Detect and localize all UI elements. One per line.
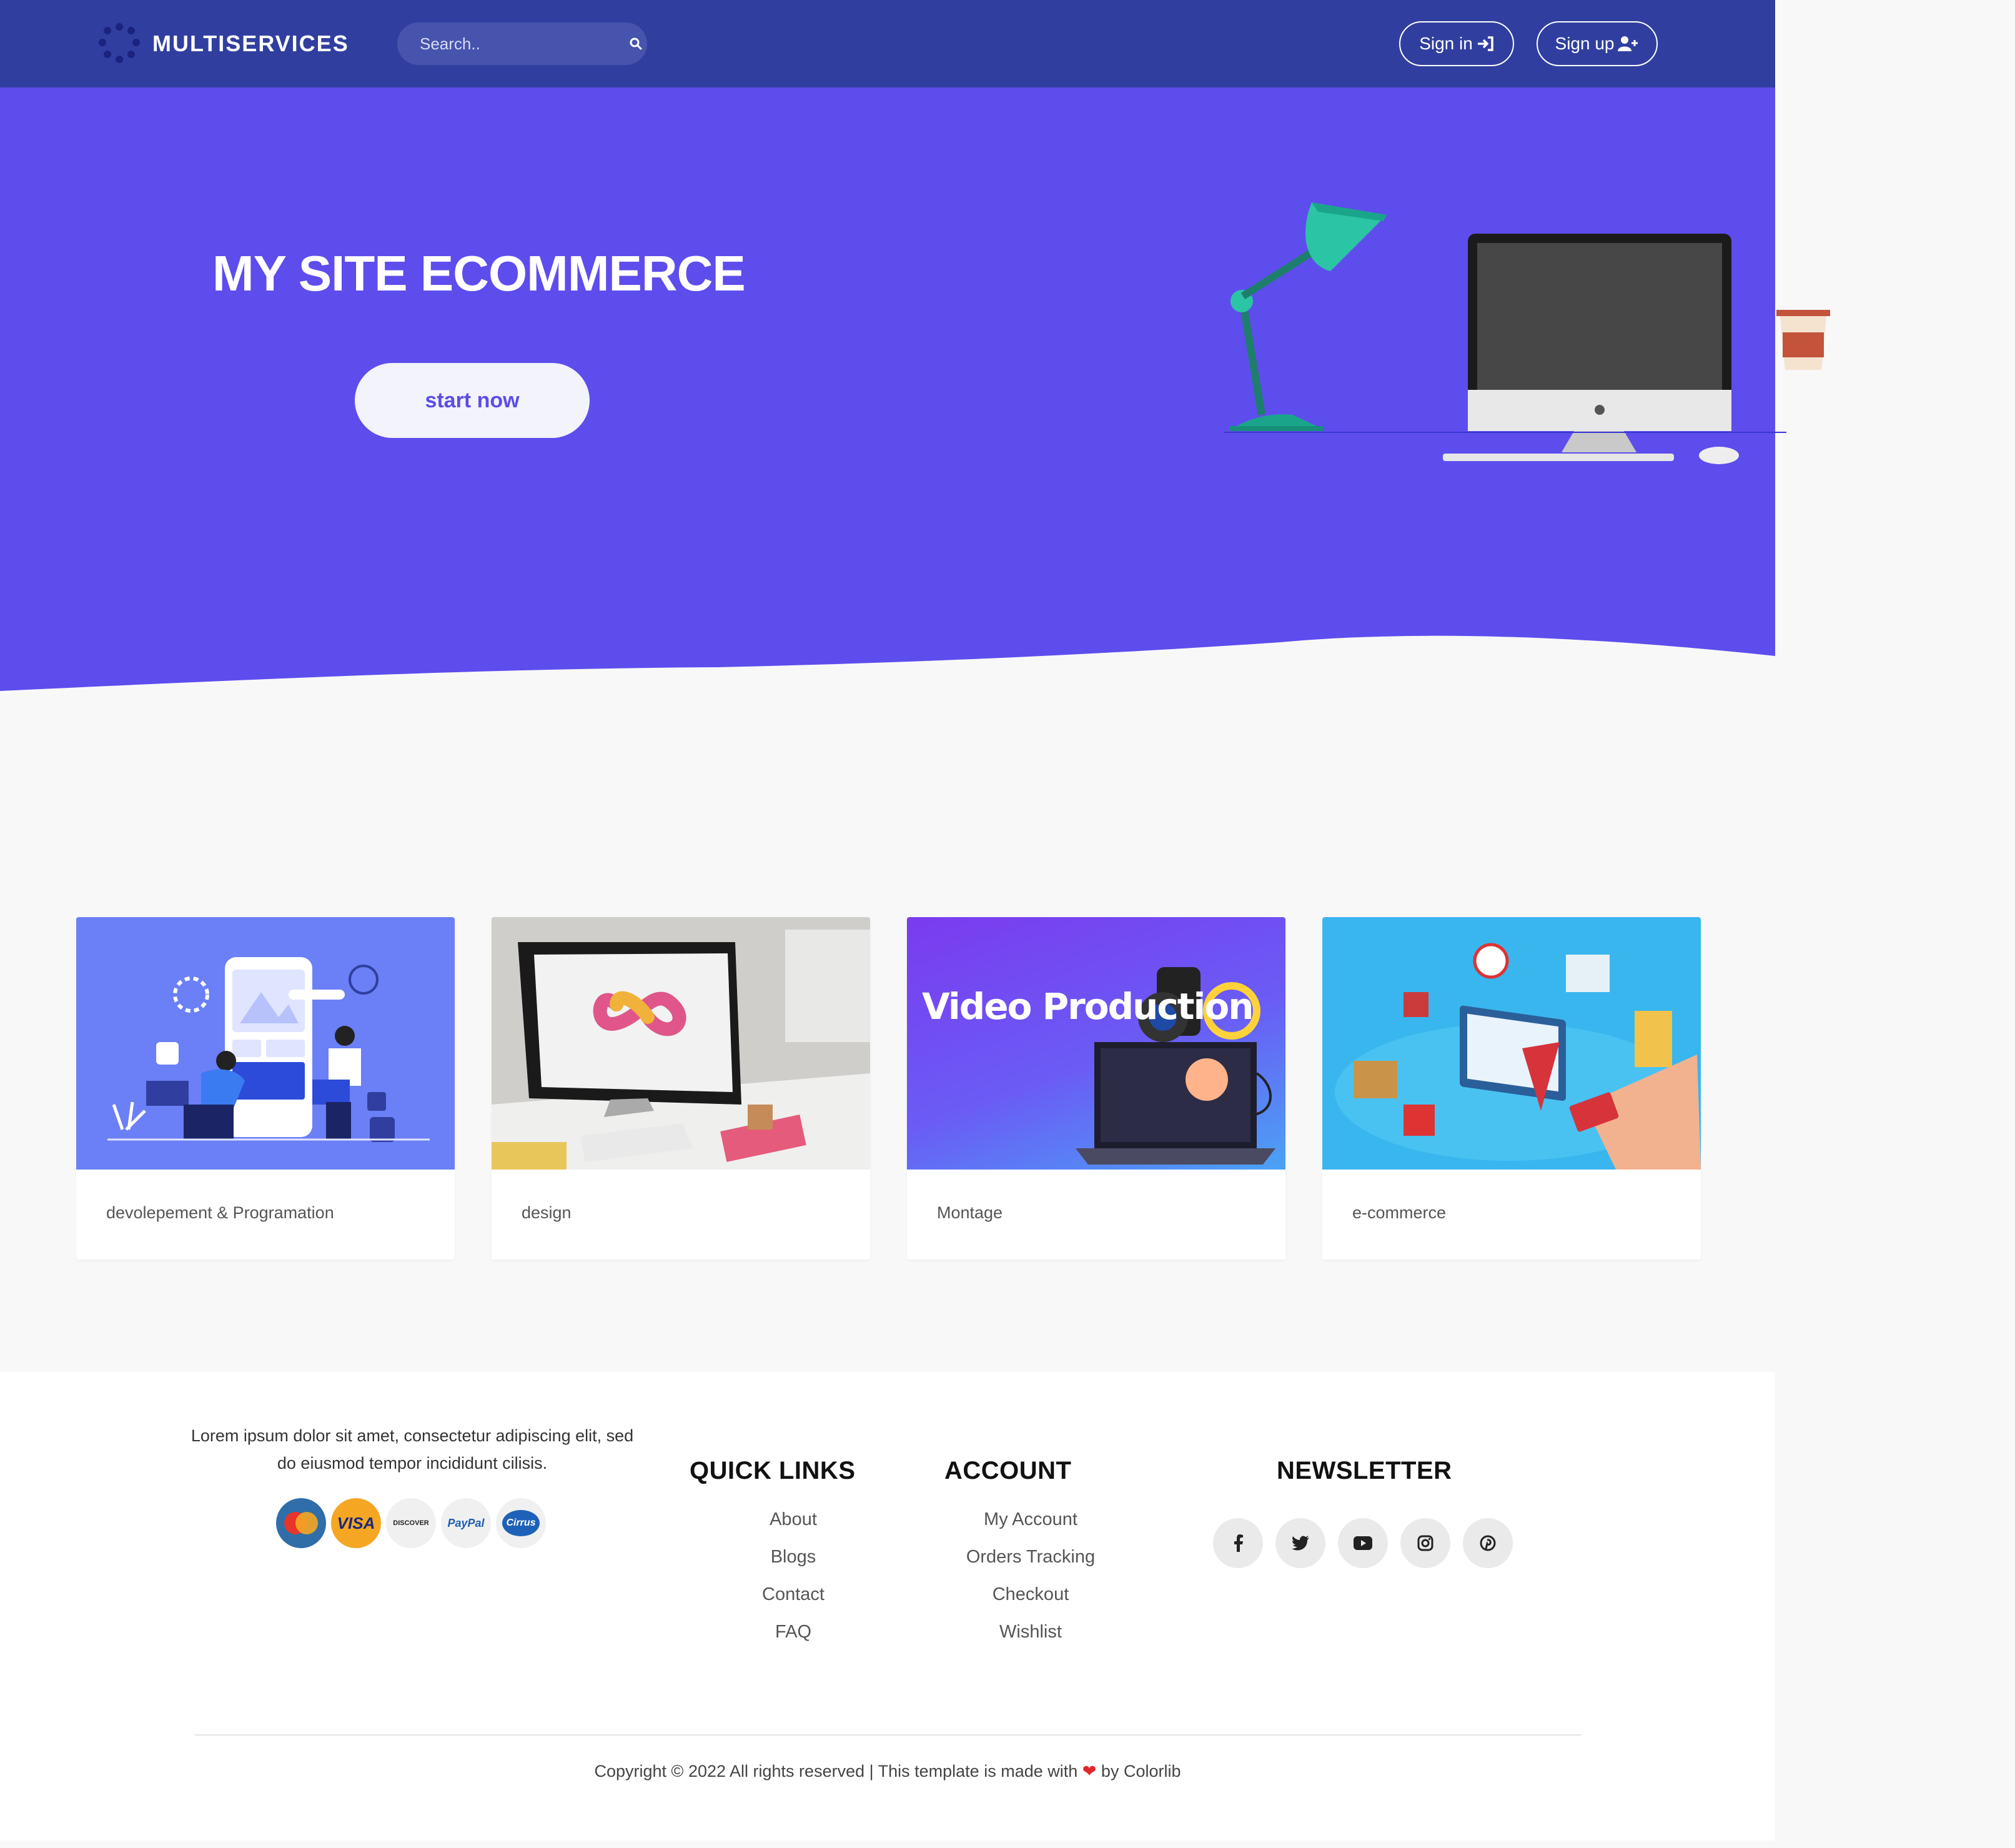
social-links [1213, 1518, 1513, 1568]
copyright-credit[interactable]: by Colorlib [1101, 1762, 1181, 1781]
hero-section: MY SITE ECOMMERCE start now [0, 87, 1830, 697]
card-caption: devolepement & Programation [106, 1203, 334, 1222]
copyright-text: Copyright © 2022 All rights reserved | T… [594, 1762, 1078, 1781]
copyright: Copyright © 2022 All rights reserved | T… [0, 1762, 1775, 1781]
footer-link-checkout[interactable]: Checkout [937, 1584, 1124, 1622]
signup-label: Sign up [1555, 34, 1615, 53]
pinterest-icon[interactable] [1463, 1518, 1513, 1568]
search-bar [397, 22, 647, 65]
brand-logo[interactable]: MULTISERVICES [97, 21, 349, 66]
footer: Lorem ipsum dolor sit amet, consectetur … [0, 1372, 1775, 1841]
cirrus-icon: Cirrus [496, 1498, 546, 1548]
brand-name: MULTISERVICES [152, 31, 349, 56]
user-plus-icon [1618, 36, 1638, 51]
hero-title: MY SITE ECOMMERCE [212, 246, 746, 301]
facebook-icon[interactable] [1213, 1518, 1263, 1568]
service-card[interactable]: design [492, 917, 870, 1259]
search-input[interactable] [420, 34, 629, 54]
mastercard-icon [276, 1498, 326, 1548]
signin-button[interactable]: Sign in [1399, 21, 1514, 66]
card-image [1322, 917, 1701, 1170]
search-icon[interactable] [629, 32, 643, 55]
heart-icon: ❤ [1082, 1762, 1097, 1781]
youtube-icon[interactable] [1338, 1518, 1388, 1568]
sign-in-icon [1477, 36, 1493, 51]
card-caption: Montage [937, 1203, 1003, 1222]
navbar: MULTISERVICES Sign in Sign up [0, 0, 1775, 87]
quick-links-title: QUICK LINKS [690, 1457, 856, 1484]
footer-link-contact[interactable]: Contact [731, 1584, 856, 1622]
payment-methods: VISA DISCOVER PayPal Cirrus [276, 1498, 546, 1548]
account-title: ACCOUNT [944, 1457, 1072, 1484]
discover-icon: DISCOVER [386, 1498, 436, 1548]
footer-link-faq[interactable]: FAQ [731, 1622, 856, 1659]
card-caption: design [522, 1203, 572, 1222]
card-image [76, 917, 455, 1170]
account-links-list: My Account Orders Tracking Checkout Wish… [937, 1509, 1124, 1659]
card-image [492, 917, 870, 1170]
footer-link-wishlist[interactable]: Wishlist [937, 1622, 1124, 1659]
footer-link-about[interactable]: About [731, 1509, 856, 1547]
footer-link-blogs[interactable]: Blogs [731, 1547, 856, 1584]
start-now-button[interactable]: start now [355, 363, 590, 438]
card-image: Video Production [907, 917, 1285, 1170]
twitter-icon[interactable] [1275, 1518, 1325, 1568]
paypal-icon: PayPal [441, 1498, 491, 1548]
card-caption: e-commerce [1352, 1203, 1447, 1222]
footer-description: Lorem ipsum dolor sit amet, consectetur … [191, 1426, 634, 1473]
footer-divider [195, 1734, 1582, 1736]
signup-button[interactable]: Sign up [1537, 21, 1658, 66]
quick-links-list: About Blogs Contact FAQ [731, 1509, 856, 1659]
coffee-cup-illustration [1776, 310, 1830, 370]
card-image-title: Video Production [922, 985, 1254, 1028]
logo-icon [97, 22, 141, 66]
footer-link-my-account[interactable]: My Account [937, 1509, 1124, 1547]
instagram-icon[interactable] [1400, 1518, 1450, 1568]
service-card[interactable]: Video Production Montage [907, 917, 1285, 1259]
newsletter-title: NEWSLETTER [1277, 1457, 1452, 1484]
visa-icon: VISA [331, 1498, 381, 1548]
footer-link-orders-tracking[interactable]: Orders Tracking [937, 1547, 1124, 1584]
service-card[interactable]: e-commerce [1322, 917, 1701, 1259]
desk-illustration [1224, 202, 1786, 464]
service-card[interactable]: devolepement & Programation [76, 917, 455, 1259]
services-cards: devolepement & Programation design Video… [76, 917, 1701, 1259]
signin-label: Sign in [1419, 34, 1473, 53]
